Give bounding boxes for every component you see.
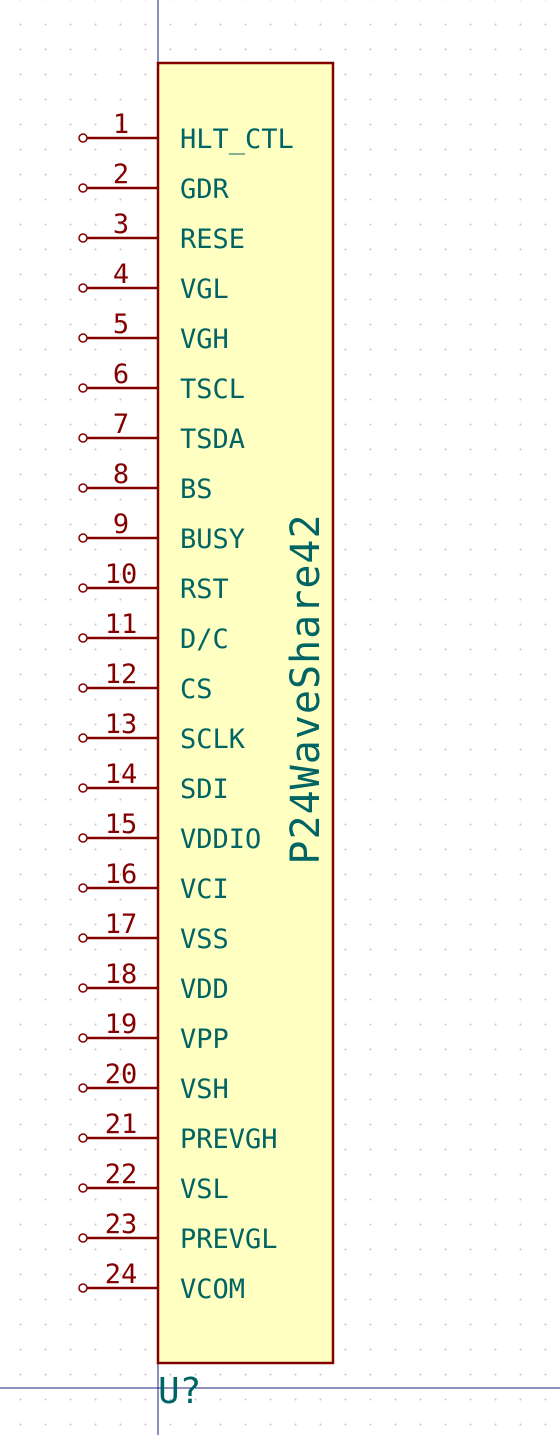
pin-connection-point[interactable] xyxy=(78,1183,88,1193)
pin-number: 21 xyxy=(105,1109,138,1140)
pin-connection-point[interactable] xyxy=(78,383,88,393)
pin-connection-point[interactable] xyxy=(78,783,88,793)
pin-name: BS xyxy=(180,474,213,505)
pin-number: 6 xyxy=(113,359,129,390)
pin-connection-point[interactable] xyxy=(78,833,88,843)
pin-name: VSH xyxy=(180,1074,229,1105)
pin-name: HLT_CTL xyxy=(180,124,294,155)
pin-name: VCOM xyxy=(180,1274,245,1305)
pin-number: 14 xyxy=(105,759,138,790)
pin-number: 3 xyxy=(113,209,129,240)
pin-number: 13 xyxy=(105,709,138,740)
pin-name: PREVGL xyxy=(180,1224,278,1255)
pin-number: 9 xyxy=(113,509,129,540)
pin-number: 1 xyxy=(113,109,129,140)
pin-name: SDI xyxy=(180,774,229,805)
pin-name: TSDA xyxy=(180,424,245,455)
pin-number: 12 xyxy=(105,659,138,690)
pin-number: 11 xyxy=(105,609,138,640)
pin-number: 5 xyxy=(113,309,129,340)
schematic-canvas[interactable]: 1 HLT_CTL 2 GDR 3 RESE 4 VGL 5 VGH 6 TSCL 7 TSDA 8 BS 9 B… xyxy=(0,0,560,1435)
pin-number: 20 xyxy=(105,1059,138,1090)
pin-connection-point[interactable] xyxy=(78,1083,88,1093)
pin-connection-point[interactable] xyxy=(78,483,88,493)
pin-number: 19 xyxy=(105,1009,138,1040)
pin-name: CS xyxy=(180,674,213,705)
pin-number: 4 xyxy=(113,259,129,290)
pin-connection-point[interactable] xyxy=(78,1133,88,1143)
pin-connection-point[interactable] xyxy=(78,183,88,193)
pin-connection-point[interactable] xyxy=(78,133,88,143)
pin-name: GDR xyxy=(180,174,230,205)
pin-number: 22 xyxy=(105,1159,138,1190)
pin-connection-point[interactable] xyxy=(78,1033,88,1043)
pin-number: 15 xyxy=(105,809,138,840)
pin-connection-point[interactable] xyxy=(78,1233,88,1243)
pin-number: 18 xyxy=(105,959,138,990)
pin-connection-point[interactable] xyxy=(78,983,88,993)
pin-name: TSCL xyxy=(180,374,245,405)
pin-name: VGL xyxy=(180,274,229,305)
pin-connection-point[interactable] xyxy=(78,1283,88,1293)
pin-number: 2 xyxy=(113,159,129,190)
pin-connection-point[interactable] xyxy=(78,333,88,343)
pin-connection-point[interactable] xyxy=(78,233,88,243)
pin-connection-point[interactable] xyxy=(78,733,88,743)
pin-name: VDD xyxy=(180,974,229,1005)
pin-name: RST xyxy=(180,574,229,605)
pin-number: 17 xyxy=(105,909,138,940)
pin-name: RESE xyxy=(180,224,245,255)
pin-number: 23 xyxy=(105,1209,138,1240)
pin-name: VSL xyxy=(180,1174,229,1205)
pin-name: VCI xyxy=(180,874,229,905)
pin-connection-point[interactable] xyxy=(78,433,88,443)
pin-number: 24 xyxy=(105,1259,138,1290)
pin-connection-point[interactable] xyxy=(78,683,88,693)
pin-connection-point[interactable] xyxy=(78,533,88,543)
component-value-label[interactable]: P24WaveShare42 xyxy=(283,513,329,864)
pin-connection-point[interactable] xyxy=(78,933,88,943)
pin-connection-point[interactable] xyxy=(78,633,88,643)
pin-connection-point[interactable] xyxy=(78,283,88,293)
pin-name: SCLK xyxy=(180,724,246,755)
pin-number: 8 xyxy=(113,459,129,490)
pin-name: D/C xyxy=(180,624,229,655)
pin-connection-point[interactable] xyxy=(78,883,88,893)
pin-name: PREVGH xyxy=(180,1124,278,1155)
pin-name: VDDIO xyxy=(180,824,261,855)
pin-number: 10 xyxy=(105,559,138,590)
pin-name: VGH xyxy=(180,324,229,355)
pin-number: 16 xyxy=(105,859,138,890)
component-reference-label[interactable]: U? xyxy=(158,1371,201,1412)
pin-name: VSS xyxy=(180,924,229,955)
pin-number: 7 xyxy=(113,409,129,440)
pin-name: BUSY xyxy=(180,524,245,555)
pin-name: VPP xyxy=(180,1024,229,1055)
pin-connection-point[interactable] xyxy=(78,583,88,593)
